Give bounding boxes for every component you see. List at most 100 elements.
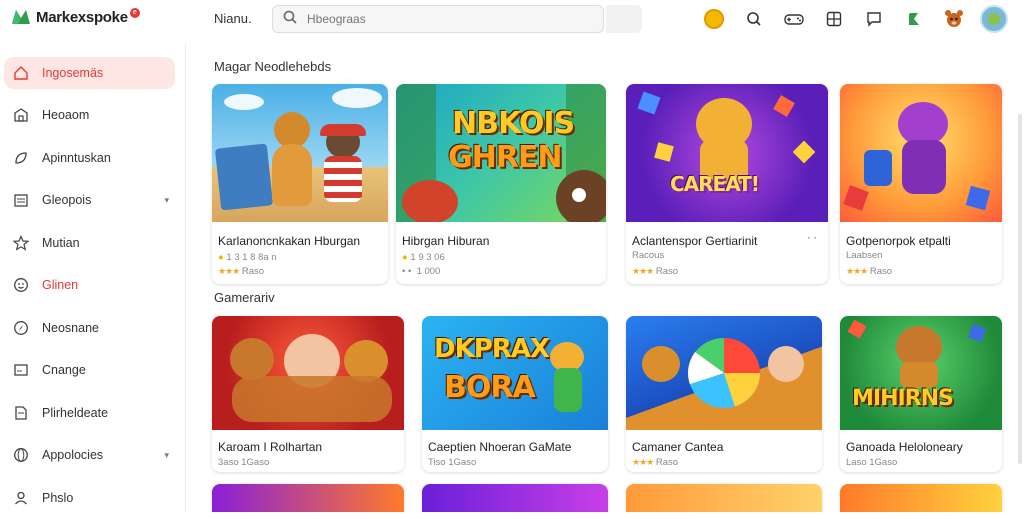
game-thumbnail (840, 84, 1002, 222)
sidebar-item-label: Appolocies (42, 448, 103, 462)
card-rating: ★★★ Raso (218, 266, 264, 277)
sidebar-item-5[interactable]: Glinen (0, 264, 185, 307)
sidebar-item-7[interactable]: Cnange (0, 349, 185, 392)
game-card[interactable]: Karlanoncnkakan Hburgan ● 1 3 1 8 8a n ★… (212, 84, 388, 284)
grid-icon[interactable] (814, 5, 854, 33)
controller-icon[interactable] (774, 5, 814, 33)
sidebar-item-1[interactable]: Heoaom (0, 94, 185, 137)
sidebar-item-label: Cnange (42, 363, 86, 377)
sidebar-item-label: Mutian (42, 236, 80, 250)
card-title: Aclantenspor Gertiarinit (632, 234, 757, 248)
main-content: Magar Neodlehebds Karlanoncnkakan Hburga… (186, 44, 1024, 512)
calendar-icon (12, 191, 30, 209)
game-thumbnail: NBKOIS GHREN (396, 84, 606, 222)
sidebar-item-label: Heoaom (42, 108, 89, 122)
app-icon[interactable] (894, 5, 934, 33)
game-card[interactable]: CAREAT! Aclantenspor Gertiarinit ⠁⠁ Raco… (626, 84, 828, 284)
game-thumbnail: DKPRAX BORA (422, 316, 608, 430)
section-title: Gamerariv (214, 290, 275, 305)
search-icon[interactable] (734, 5, 774, 33)
sidebar-item-6[interactable]: Neosnane (0, 307, 185, 350)
game-card[interactable] (422, 484, 608, 512)
card-meta: Laso 1Gaso (846, 457, 897, 468)
card-title: Karoam I Rolhartan (218, 440, 322, 454)
sidebar-item-8[interactable]: Plirheldeate (0, 392, 185, 435)
search-extension[interactable] (606, 5, 642, 33)
sidebar-item-2[interactable]: Apinntuskan (0, 137, 185, 180)
card-title: Karlanoncnkakan Hburgan (218, 234, 360, 248)
sidebar-item-label: Apinntuskan (42, 151, 111, 165)
game-thumbnail (626, 316, 822, 430)
sidebar-item-label: Neosnane (42, 321, 99, 335)
thumbnail-subtitle: GHREN (448, 140, 561, 175)
building-icon (12, 106, 30, 124)
search-icon (283, 10, 297, 29)
card-title: Ganoada Heloloneary (846, 440, 963, 454)
card-rating: ★★★ Raso (846, 266, 892, 277)
logo-badge: e (130, 8, 140, 18)
sidebar-item-label: Glinen (42, 278, 78, 292)
logo-icon (10, 6, 32, 28)
game-thumbnail (212, 316, 404, 430)
scrollbar[interactable] (1018, 114, 1022, 464)
smile-icon (12, 276, 30, 294)
nav-label[interactable]: Nianu. (214, 11, 252, 26)
game-card[interactable] (626, 484, 822, 512)
mascot-icon[interactable] (934, 5, 974, 33)
chevron-down-icon[interactable]: ▾ (164, 195, 169, 206)
game-card[interactable]: Karoam I Rolhartan 3aso 1Gaso (212, 316, 404, 472)
sidebar-item-9[interactable]: Appolocies ▾ (0, 434, 185, 477)
game-thumbnail: CAREAT! (626, 84, 828, 222)
top-bar: Markexspoke e Nianu. (0, 0, 1024, 40)
chevron-down-icon[interactable]: ▾ (164, 450, 169, 461)
search-input[interactable] (307, 12, 567, 26)
star-icon (12, 234, 30, 252)
card-title: Gotpenorpok etpalti (846, 234, 951, 248)
game-card[interactable]: MIHIRNS Ganoada Heloloneary Laso 1Gaso (840, 316, 1002, 472)
card-meta: Tiso 1Gaso (428, 457, 476, 468)
card-meta: ● 1 9 3 06 (402, 252, 445, 263)
game-card[interactable] (212, 484, 404, 512)
chat-icon[interactable] (854, 5, 894, 33)
section-title: Magar Neodlehebds (214, 59, 331, 74)
sidebar-item-0[interactable]: Ingosemäs (4, 57, 175, 89)
thumbnail-title: MIHIRNS (852, 386, 953, 411)
card-meta: ● 1 3 1 8 8a n (218, 252, 277, 263)
compass-icon (12, 319, 30, 337)
logo-text: Markexspoke (36, 9, 128, 26)
game-thumbnail: MIHIRNS (840, 316, 1002, 430)
game-thumbnail (212, 84, 388, 222)
avatar[interactable] (974, 5, 1014, 33)
search-bar[interactable] (272, 5, 604, 33)
sidebar: Ingosemäs Heoaom Apinntuskan Gleopois ▾ Mutia… (0, 44, 186, 512)
card-title: Caeptien Nhoeran GaMate (428, 440, 571, 454)
image-icon (12, 361, 30, 379)
game-card[interactable]: Camaner Cantea ★★★ Raso (626, 316, 822, 472)
card-meta: Racous (632, 250, 664, 261)
game-card[interactable]: DKPRAX BORA Caeptien Nhoeran GaMate Tiso… (422, 316, 608, 472)
game-card[interactable]: Gotpenorpok etpalti Laabsen ★★★ Raso (840, 84, 1002, 284)
user-icon (12, 489, 30, 507)
sidebar-item-10[interactable]: Phslo (0, 477, 185, 519)
sidebar-item-4[interactable]: Mutian (0, 222, 185, 265)
sidebar-item-label: Gleopois (42, 193, 91, 207)
card-rating: • • 1 000 (402, 266, 440, 277)
coin-icon[interactable] (694, 5, 734, 33)
document-icon (12, 404, 30, 422)
sidebar-item-label: Phslo (42, 491, 73, 505)
game-card[interactable] (840, 484, 1002, 512)
thumbnail-title: CAREAT! (670, 172, 759, 196)
leaf-icon (12, 149, 30, 167)
more-icon[interactable]: ⠁⠁ (807, 236, 820, 247)
sidebar-item-3[interactable]: Gleopois ▾ (0, 179, 185, 222)
thumbnail-title: NBKOIS (452, 106, 574, 141)
sidebar-item-label: Ingosemäs (42, 66, 103, 80)
card-meta: Laabsen (846, 250, 882, 261)
top-icons (694, 5, 1014, 33)
game-card[interactable]: NBKOIS GHREN Hibrgan Hiburan ● 1 9 3 06 … (396, 84, 606, 284)
globe-icon (12, 446, 30, 464)
card-rating: ★★★ Raso (632, 266, 678, 277)
thumbnail-title: DKPRAX (434, 334, 549, 364)
thumbnail-subtitle: BORA (444, 370, 535, 405)
app-logo[interactable]: Markexspoke e (10, 6, 140, 28)
